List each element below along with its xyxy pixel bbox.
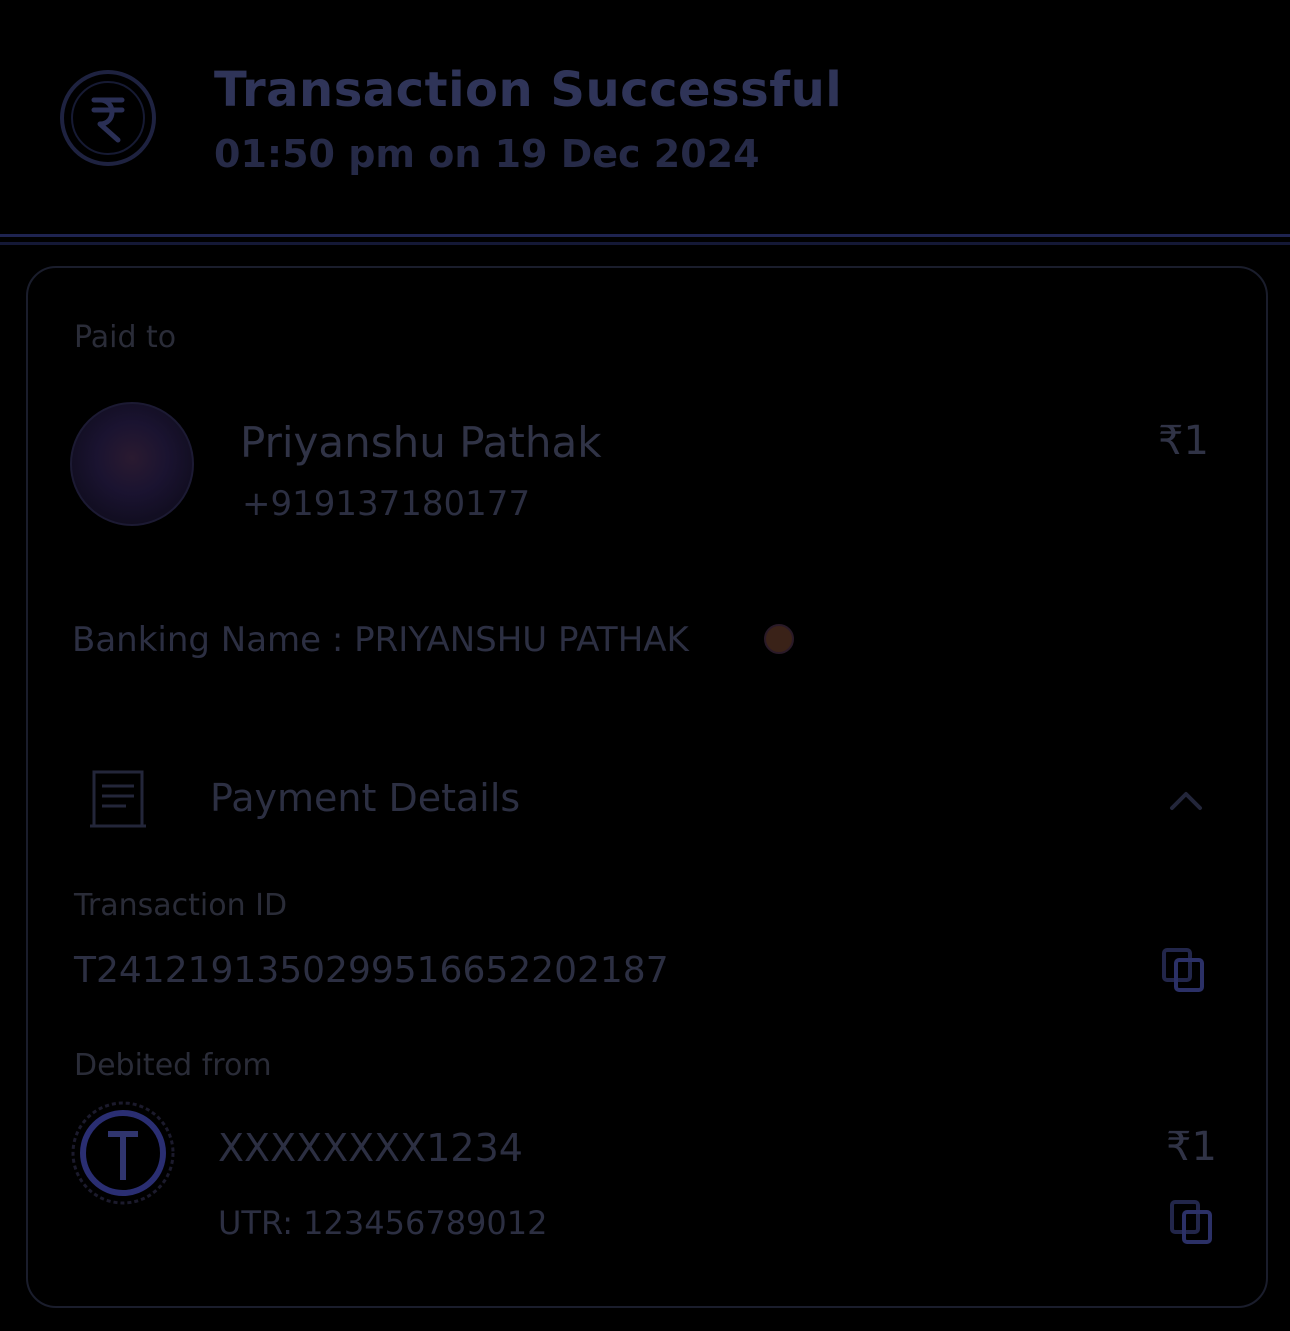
transaction-header: Transaction Successful 01:50 pm on 19 De… [0,0,1290,230]
chevron-up-icon[interactable] [1160,774,1212,826]
utr-value: UTR: 123456789012 [218,1204,548,1242]
rupee-check-icon [60,70,156,166]
transaction-id-value: T2412191350299516652202187 [74,950,669,991]
paid-amount: ₹1 [1158,418,1209,464]
debited-from-label: Debited from [74,1048,272,1083]
transaction-status-title: Transaction Successful [214,62,843,118]
payment-details-toggle[interactable]: Payment Details [210,776,520,820]
receipt-icon [90,770,146,828]
recipient-phone: +919137180177 [242,484,531,524]
debited-account-number: XXXXXXXX1234 [218,1126,523,1170]
verified-badge-icon [764,624,794,654]
copy-icon[interactable] [1166,1196,1218,1248]
transaction-details-card: Paid to Priyanshu Pathak +919137180177 ₹… [26,266,1268,1308]
paid-to-label: Paid to [74,320,177,355]
header-divider [0,230,1290,252]
avatar [70,402,194,526]
transaction-id-label: Transaction ID [74,888,288,923]
recipient-name: Priyanshu Pathak [240,418,602,467]
bank-logo-icon [71,1101,175,1205]
transaction-timestamp: 01:50 pm on 19 Dec 2024 [214,132,760,176]
banking-name: Banking Name : PRIYANSHU PATHAK [72,620,689,660]
debited-amount: ₹1 [1166,1124,1217,1170]
copy-icon[interactable] [1158,944,1210,996]
